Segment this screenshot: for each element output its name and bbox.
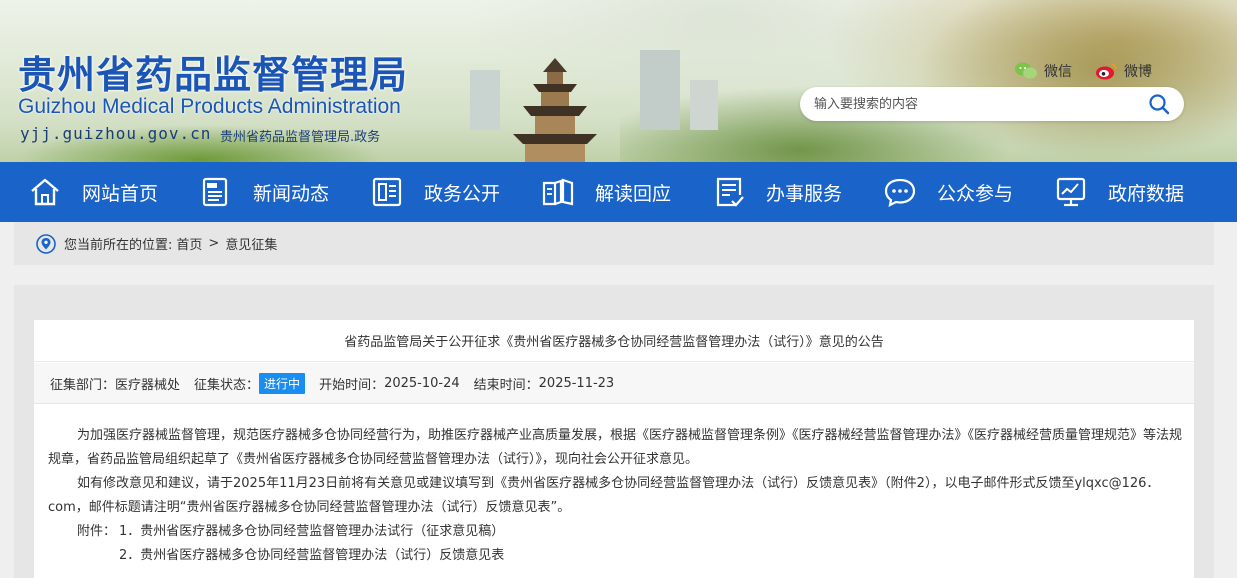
nav-label: 政府数据	[1108, 182, 1185, 205]
attachments-label: 附件：	[77, 524, 117, 539]
wechat-icon	[1015, 62, 1037, 79]
search-input[interactable]	[814, 94, 1134, 114]
nav-label: 政务公开	[424, 182, 501, 205]
breadcrumb-current[interactable]: 意见征集	[225, 234, 277, 253]
nav-item-news[interactable]: 新闻动态	[199, 162, 329, 222]
start-time-label: 开始时间：	[319, 377, 385, 393]
site-logo-subtitle: Guizhou Medical Products Administration	[18, 95, 401, 118]
attachment-link[interactable]: 1．贵州省医疗器械多仓协同经营监督管理办法试行（征求意见稿）	[119, 520, 504, 539]
search-box	[800, 87, 1184, 121]
document-icon	[372, 177, 402, 207]
article-paragraph: 如有修改意见和建议，请于2025年11月23日前将有关意见或建议填写到《贵州省医…	[48, 476, 1160, 515]
weibo-icon	[1096, 63, 1117, 80]
status-label: 征集状态：	[194, 377, 260, 393]
article-paragraph: 为加强医疗器械监督管理，规范医疗器械多仓协同经营行为，助推医疗器械产业高质量发展…	[48, 428, 1183, 467]
nav-label: 公众参与	[937, 182, 1014, 205]
breadcrumb-home-link[interactable]: 首页	[176, 234, 202, 253]
chat-icon	[884, 178, 916, 207]
news-icon	[202, 177, 228, 207]
status-badge: 进行中	[259, 372, 306, 394]
wechat-label: 微信	[1044, 64, 1072, 80]
breadcrumb-separator: >	[208, 236, 220, 251]
site-header: 贵州省药品监督管理局 Guizhou Medical Products Admi…	[0, 0, 1237, 162]
banner-building	[470, 70, 500, 130]
site-domain-tag: 贵州省药品监督管理局.政务	[220, 130, 381, 145]
home-icon	[31, 178, 59, 206]
pavilion-illustration	[513, 58, 597, 162]
nav-label: 办事服务	[766, 182, 843, 205]
nav-label: 新闻动态	[253, 182, 330, 205]
breadcrumb: 您当前所在的位置: 首页 > 意见征集	[14, 222, 1214, 265]
location-pin-icon	[36, 233, 56, 254]
banner-building	[690, 80, 718, 130]
breadcrumb-prefix: 您当前所在的位置:	[64, 238, 173, 253]
nav-label: 解读回应	[595, 182, 672, 205]
attachment-link[interactable]: 2．贵州省医疗器械多仓协同经营监督管理办法（试行）反馈意见表	[119, 544, 504, 563]
site-domain: yjj.guizhou.gov.cn	[20, 124, 212, 143]
chart-monitor-icon	[1056, 177, 1086, 207]
site-logo-title[interactable]: 贵州省药品监督管理局	[18, 44, 408, 99]
wechat-link[interactable]: 微信	[1014, 60, 1072, 82]
end-time-value: 2025-11-23	[538, 375, 615, 391]
nav-label: 网站首页	[82, 182, 159, 205]
dept-value: 医疗器械处	[115, 377, 181, 393]
weibo-label: 微博	[1124, 64, 1152, 80]
nav-item-gov-data[interactable]: 政府数据	[1054, 162, 1184, 222]
banner-building	[640, 50, 680, 130]
start-time-value: 2025-10-24	[384, 375, 460, 391]
nav-item-gov-affairs[interactable]: 政务公开	[370, 162, 500, 222]
article-meta-bar: 征集部门： 医疗器械处 征集状态： 进行中 开始时间： 2025-10-24 结…	[34, 363, 1194, 404]
book-icon	[542, 178, 574, 206]
nav-item-home[interactable]: 网站首页	[28, 162, 158, 222]
search-icon[interactable]	[1148, 93, 1170, 115]
main-nav: 网站首页 新闻动态 政务公开 解读回应 办事服务 公众参与 政府数据	[0, 162, 1237, 222]
nav-item-services[interactable]: 办事服务	[712, 162, 842, 222]
nav-item-public-participation[interactable]: 公众参与	[883, 162, 1013, 222]
service-form-icon	[716, 177, 744, 207]
weibo-link[interactable]: 微博	[1094, 60, 1152, 82]
nav-item-interpretation[interactable]: 解读回应	[541, 162, 671, 222]
article-title: 省药品监管局关于公开征求《贵州省医疗器械多仓协同经营监督管理办法（试行）》意见的…	[34, 320, 1194, 362]
end-time-label: 结束时间：	[473, 377, 539, 393]
dept-label: 征集部门：	[50, 377, 116, 393]
article-body: 为加强医疗器械监督管理，规范医疗器械多仓协同经营行为，助推医疗器械产业高质量发展…	[48, 424, 1184, 520]
